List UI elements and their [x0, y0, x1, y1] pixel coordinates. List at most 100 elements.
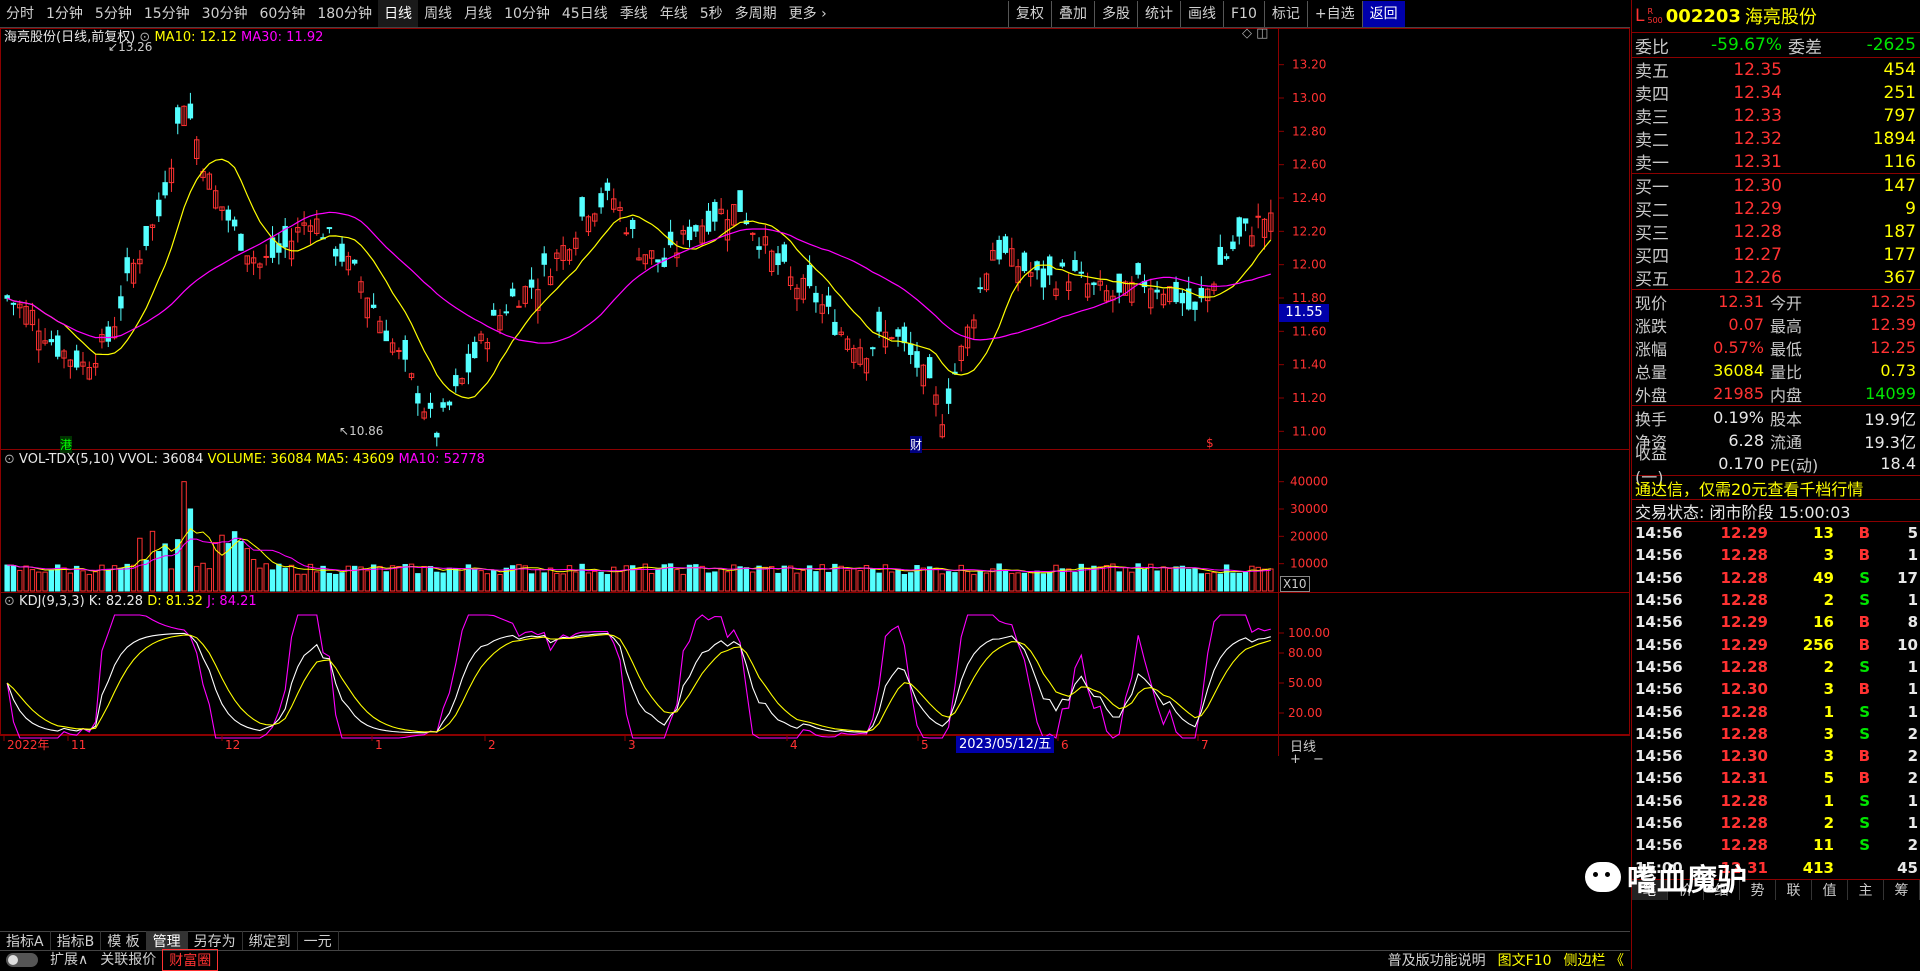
buy_levels-row[interactable]: 买四 12.27 177 [1632, 243, 1920, 268]
period-tab-9[interactable]: 月线 [458, 0, 498, 27]
quote_stats-row: 外盘 21985 内盘 14099 [1632, 382, 1920, 405]
tool-button-5[interactable]: F10 [1223, 1, 1264, 27]
buy_levels-row[interactable]: 买一 12.30 147 [1632, 174, 1920, 199]
tick-list[interactable]: 14:56 12.29 13 B 5 14:56 12.28 3 B 1 14:56 12.28 49 S… [1632, 522, 1920, 879]
tick-row[interactable]: 14:56 12.28 1 S 1 [1632, 700, 1920, 722]
period-tab-5[interactable]: 60分钟 [254, 0, 312, 27]
tool-button-0[interactable]: 复权 [1008, 1, 1051, 27]
diamond-icon[interactable]: ◇ [1242, 26, 1252, 41]
tick-row[interactable]: 14:56 12.29 16 B 8 [1632, 611, 1920, 633]
sell_levels-row[interactable]: 卖一 12.31 116 [1632, 150, 1920, 175]
tool-button-7[interactable]: +自选 [1306, 1, 1362, 27]
volume-bar [1097, 566, 1103, 592]
tick-row[interactable]: 14:56 12.28 2 S 1 [1632, 656, 1920, 678]
zoom-out-button[interactable]: − [1313, 752, 1324, 767]
period-tab-15[interactable]: 多周期 [729, 0, 783, 27]
chart-area[interactable]: 13.20 13.00 12.80 12.60 12.40 12.20 12.00 11.80… [0, 26, 1630, 931]
tick-row[interactable]: 14:56 12.28 2 S 1 [1632, 589, 1920, 611]
period-tab-10[interactable]: 10分钟 [498, 0, 556, 27]
tick-row[interactable]: 14:56 12.28 1 S 1 [1632, 790, 1920, 812]
stock-code[interactable]: 002203 [1666, 6, 1741, 27]
tick-row[interactable]: 14:56 12.28 3 B 1 [1632, 544, 1920, 566]
indicator-button-3[interactable]: 管理 [146, 931, 188, 951]
tool-button-1[interactable]: 叠加 [1051, 1, 1094, 27]
period-tab-7[interactable]: 日线 [378, 0, 419, 27]
extension-button-1[interactable]: 关联报价 [94, 949, 162, 971]
buy_levels-row[interactable]: 买二 12.29 9 [1632, 197, 1920, 222]
panel-tab-4[interactable]: 联 [1776, 879, 1812, 900]
candle-body [339, 243, 345, 262]
badge-top: R [1647, 7, 1654, 16]
indicator-button-5[interactable]: 绑定到 [243, 931, 298, 951]
sell_levels-row[interactable]: 卖五 12.35 454 [1632, 58, 1920, 83]
indicator-button-4[interactable]: 另存为 [188, 931, 243, 951]
indicator-button-6[interactable]: 一元 [298, 931, 339, 951]
kline-chart-svg[interactable]: 13.20 13.00 12.80 12.60 12.40 12.20 12.00 11.80… [0, 28, 1630, 931]
buy_levels-row[interactable]: 买三 12.28 187 [1632, 220, 1920, 245]
tick-time: 14:56 [1635, 791, 1683, 810]
tick-row[interactable]: 14:56 12.31 5 B 2 [1632, 767, 1920, 789]
tool-button-3[interactable]: 统计 [1137, 1, 1180, 27]
candle-body [231, 219, 238, 227]
zoom-in-button[interactable]: + [1290, 752, 1301, 767]
link-button-2[interactable]: 侧边栏 《 [1558, 950, 1630, 970]
period-tab-16[interactable]: 更多 › [783, 0, 833, 27]
stat-value: 0.170 [1718, 454, 1764, 473]
window-icon[interactable]: ◫ [1256, 26, 1268, 41]
kdj-j-label: J: 84.21 [207, 594, 257, 609]
tick-side: S [1859, 814, 1870, 832]
finance-report-marker[interactable]: 财 [910, 436, 923, 453]
panel-tab-5[interactable]: 值 [1812, 879, 1848, 900]
collapse-icon[interactable]: ⊙ [4, 594, 15, 609]
tick-row[interactable]: 14:56 12.30 3 B 2 [1632, 745, 1920, 767]
tick-row[interactable]: 14:56 12.28 2 S 1 [1632, 812, 1920, 834]
indicator-button-1[interactable]: 指标B [51, 931, 102, 951]
tool-button-8[interactable]: 返回 [1361, 1, 1405, 27]
period-tab-0[interactable]: 分时 [0, 0, 40, 27]
period-tab-3[interactable]: 15分钟 [138, 0, 196, 27]
dividend-marker[interactable]: $ [1206, 436, 1214, 450]
quote_stats-row: 现价 12.31 今开 12.25 [1632, 290, 1920, 313]
tick-row[interactable]: 14:56 12.29 256 B 10 [1632, 633, 1920, 655]
tool-button-4[interactable]: 画线 [1180, 1, 1223, 27]
volume-bar [926, 566, 933, 592]
sell_levels-row[interactable]: 卖二 12.32 1894 [1632, 127, 1920, 152]
period-tab-4[interactable]: 30分钟 [196, 0, 254, 27]
panel-tab-6[interactable]: 主 [1848, 879, 1884, 900]
link-button-1[interactable]: 图文F10 [1492, 950, 1558, 970]
candle-body [1154, 289, 1160, 293]
extension-button-0[interactable]: 扩展∧ [44, 949, 94, 971]
link-button-0[interactable]: 普及版功能说明 [1382, 950, 1492, 970]
hk-connect-marker[interactable]: 港 [60, 436, 73, 453]
promo-banner[interactable]: 通达信，仅需20元查看千档行情 [1632, 476, 1920, 500]
collapse-icon[interactable]: ⊙ [4, 452, 15, 467]
period-tab-6[interactable]: 180分钟 [311, 0, 378, 27]
tick-count: 1 [1907, 657, 1918, 676]
period-tab-12[interactable]: 季线 [614, 0, 654, 27]
tick-row[interactable]: 14:56 12.29 13 B 5 [1632, 522, 1920, 544]
toggle-switch[interactable] [6, 953, 38, 967]
tick-row[interactable]: 14:56 12.28 3 S 2 [1632, 723, 1920, 745]
period-tab-8[interactable]: 周线 [418, 0, 458, 27]
stock-name[interactable]: 海亮股份 [1745, 3, 1817, 29]
tool-button-2[interactable]: 多股 [1094, 1, 1137, 27]
indicator-button-2[interactable]: 模 板 [101, 931, 147, 951]
tick-row[interactable]: 14:56 12.30 3 B 1 [1632, 678, 1920, 700]
stock-header: L R 500 002203 海亮股份 [1632, 0, 1920, 33]
period-tab-11[interactable]: 45日线 [556, 0, 614, 27]
buy_levels-row[interactable]: 买五 12.26 367 [1632, 266, 1920, 291]
sell-levels: 卖五 12.35 454 卖四 12.34 251 卖三 12.33 797 卖二 12.32 189… [1632, 58, 1920, 174]
volume-bar [472, 569, 478, 592]
sell_levels-row[interactable]: 卖四 12.34 251 [1632, 81, 1920, 106]
period-tab-14[interactable]: 5秒 [694, 0, 729, 27]
period-tab-1[interactable]: 1分钟 [40, 0, 89, 27]
tool-button-6[interactable]: 标记 [1263, 1, 1307, 27]
period-tab-2[interactable]: 5分钟 [89, 0, 138, 27]
indicator-button-0[interactable]: 指标A [0, 931, 51, 951]
tick-row[interactable]: 14:56 12.28 11 S 2 [1632, 834, 1920, 856]
extension-button-2[interactable]: 财富圈 [162, 949, 219, 971]
sell_levels-row[interactable]: 卖三 12.33 797 [1632, 104, 1920, 129]
panel-tab-7[interactable]: 筹 [1884, 879, 1920, 900]
period-tab-13[interactable]: 年线 [654, 0, 694, 27]
tick-row[interactable]: 14:56 12.28 49 S 17 [1632, 567, 1920, 589]
